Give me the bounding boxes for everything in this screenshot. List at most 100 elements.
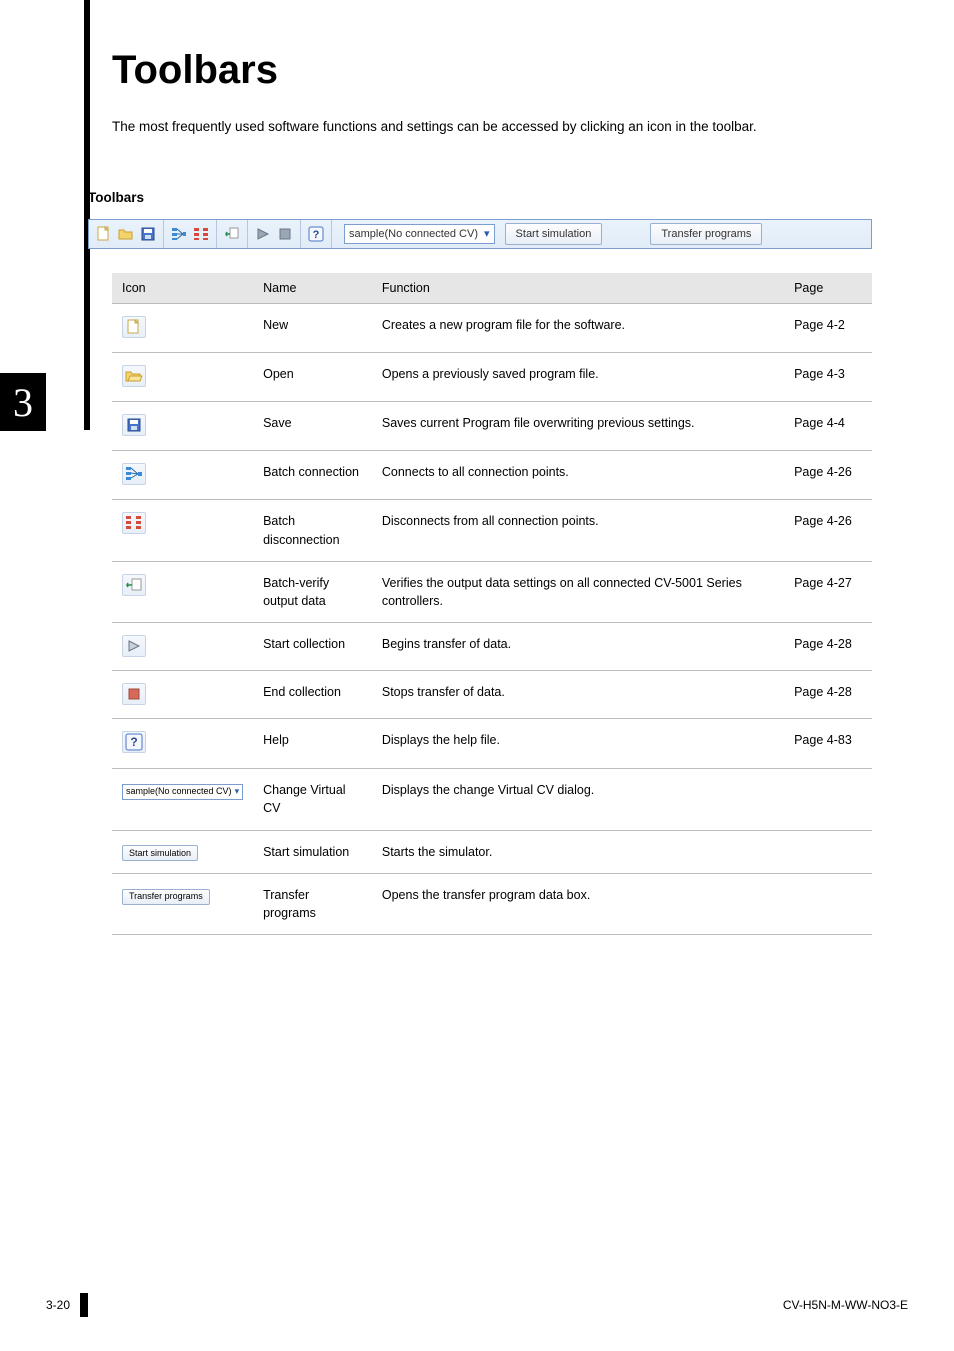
- cell-function: Disconnects from all connection points.: [372, 500, 784, 561]
- cell-icon: Start simulation: [112, 830, 253, 874]
- table-row: Batch disconnectionDisconnects from all …: [112, 500, 872, 561]
- cell-function: Displays the help file.: [372, 719, 784, 769]
- cell-page: [784, 830, 872, 874]
- batch-disconnection-icon: [192, 225, 210, 243]
- cell-page: Page 4-26: [784, 500, 872, 561]
- new-icon: [95, 225, 113, 243]
- table-row: NewCreates a new program file for the so…: [112, 303, 872, 352]
- cell-icon: [112, 402, 253, 451]
- transfer-programs-button: Transfer programs: [650, 223, 762, 245]
- cell-function: Verifies the output data settings on all…: [372, 561, 784, 622]
- cell-icon: [112, 451, 253, 500]
- table-row: SaveSaves current Program file overwriti…: [112, 402, 872, 451]
- cell-icon: [112, 561, 253, 622]
- page: 3 Toolbars The most frequently used soft…: [0, 0, 954, 1351]
- cell-icon: [112, 500, 253, 561]
- open-icon: [117, 225, 135, 243]
- table-row: OpenOpens a previously saved program fil…: [112, 353, 872, 402]
- header-page: Page: [784, 273, 872, 304]
- table-header-row: Icon Name Function Page: [112, 273, 872, 304]
- table-row: Batch connectionConnects to all connecti…: [112, 451, 872, 500]
- table-row: Transfer programsTransfer programsOpens …: [112, 874, 872, 935]
- cell-name: Start collection: [253, 622, 372, 670]
- intro-text: The most frequently used software functi…: [112, 117, 872, 138]
- cell-page: Page 4-27: [784, 561, 872, 622]
- toolbar-group-collect: [248, 220, 301, 248]
- cell-name: Transfer programs: [253, 874, 372, 935]
- start-simulation-button: Start simulation: [505, 223, 603, 245]
- content-area: Toolbars The most frequently used softwa…: [112, 48, 872, 935]
- toolbar-group-file: [89, 220, 164, 248]
- virtual-cv-dropdown-cell: sample(No connected CV)▾: [122, 784, 243, 800]
- toolbar-group-verify: [217, 220, 248, 248]
- header-icon: Icon: [112, 273, 253, 304]
- cell-name: Batch disconnection: [253, 500, 372, 561]
- page-title: Toolbars: [112, 48, 872, 93]
- cell-icon: [112, 622, 253, 670]
- table-row: Start simulationStart simulationStarts t…: [112, 830, 872, 874]
- cell-function: Opens a previously saved program file.: [372, 353, 784, 402]
- table-row: sample(No connected CV)▾ Change Virtual C…: [112, 769, 872, 830]
- cell-name: Help: [253, 719, 372, 769]
- footer-left: 3-20: [46, 1293, 88, 1317]
- cell-function: Stops transfer of data.: [372, 671, 784, 719]
- table-row: Batch-verify output dataVerifies the out…: [112, 561, 872, 622]
- document-id: CV-H5N-M-WW-NO3-E: [783, 1298, 908, 1312]
- toolbar-screenshot: ? sample(No connected CV)▾ Start simulat…: [88, 219, 872, 249]
- batch-connection-icon: [170, 225, 188, 243]
- end-collection-icon: [276, 225, 294, 243]
- start-simulation-button-cell: Start simulation: [122, 845, 198, 861]
- cell-icon: sample(No connected CV)▾: [112, 769, 253, 830]
- cell-icon: ?: [112, 719, 253, 769]
- header-function: Function: [372, 273, 784, 304]
- cell-function: Saves current Program file overwriting p…: [372, 402, 784, 451]
- cell-name: New: [253, 303, 372, 352]
- cell-name: End collection: [253, 671, 372, 719]
- help-icon: ?: [307, 225, 325, 243]
- cell-icon: [112, 353, 253, 402]
- virtual-cv-dropdown: sample(No connected CV)▾: [344, 224, 495, 244]
- cell-icon: [112, 671, 253, 719]
- cell-name: Start simulation: [253, 830, 372, 874]
- table-row: ? HelpDisplays the help file.Page 4-83: [112, 719, 872, 769]
- transfer-programs-button-cell: Transfer programs: [122, 889, 210, 905]
- table-row: Start collectionBegins transfer of data.…: [112, 622, 872, 670]
- cell-page: [784, 874, 872, 935]
- header-name: Name: [253, 273, 372, 304]
- cell-page: Page 4-3: [784, 353, 872, 402]
- cell-function: Begins transfer of data.: [372, 622, 784, 670]
- save-icon: [139, 225, 157, 243]
- cell-function: Starts the simulator.: [372, 830, 784, 874]
- toolbar-group-help: ?: [301, 220, 332, 248]
- cell-page: Page 4-28: [784, 671, 872, 719]
- cell-page: Page 4-26: [784, 451, 872, 500]
- toolbar-group-batch: [164, 220, 217, 248]
- start-collection-icon: [254, 225, 272, 243]
- cell-icon: [112, 303, 253, 352]
- table-row: End collectionStops transfer of data.Pag…: [112, 671, 872, 719]
- cell-page: Page 4-28: [784, 622, 872, 670]
- chapter-badge: 3: [0, 373, 46, 431]
- page-footer: 3-20 CV-H5N-M-WW-NO3-E: [46, 1293, 908, 1317]
- reference-table: Icon Name Function Page NewCreates a new…: [112, 273, 872, 935]
- cell-name: Change Virtual CV: [253, 769, 372, 830]
- batch-verify-icon: [223, 225, 241, 243]
- cell-name: Batch-verify output data: [253, 561, 372, 622]
- svg-text:?: ?: [313, 229, 320, 241]
- cell-name: Save: [253, 402, 372, 451]
- toolbar-group-controls: sample(No connected CV)▾ Start simulatio…: [332, 223, 772, 245]
- cell-page: Page 4-4: [784, 402, 872, 451]
- cell-icon: Transfer programs: [112, 874, 253, 935]
- cell-function: Creates a new program file for the softw…: [372, 303, 784, 352]
- svg-text:?: ?: [130, 735, 137, 749]
- cell-page: Page 4-2: [784, 303, 872, 352]
- page-number: 3-20: [46, 1298, 70, 1312]
- cell-function: Displays the change Virtual CV dialog.: [372, 769, 784, 830]
- cell-page: [784, 769, 872, 830]
- cell-function: Connects to all connection points.: [372, 451, 784, 500]
- left-rule: [84, 0, 90, 430]
- cell-name: Batch connection: [253, 451, 372, 500]
- cell-name: Open: [253, 353, 372, 402]
- cell-page: Page 4-83: [784, 719, 872, 769]
- footer-mark: [80, 1293, 88, 1317]
